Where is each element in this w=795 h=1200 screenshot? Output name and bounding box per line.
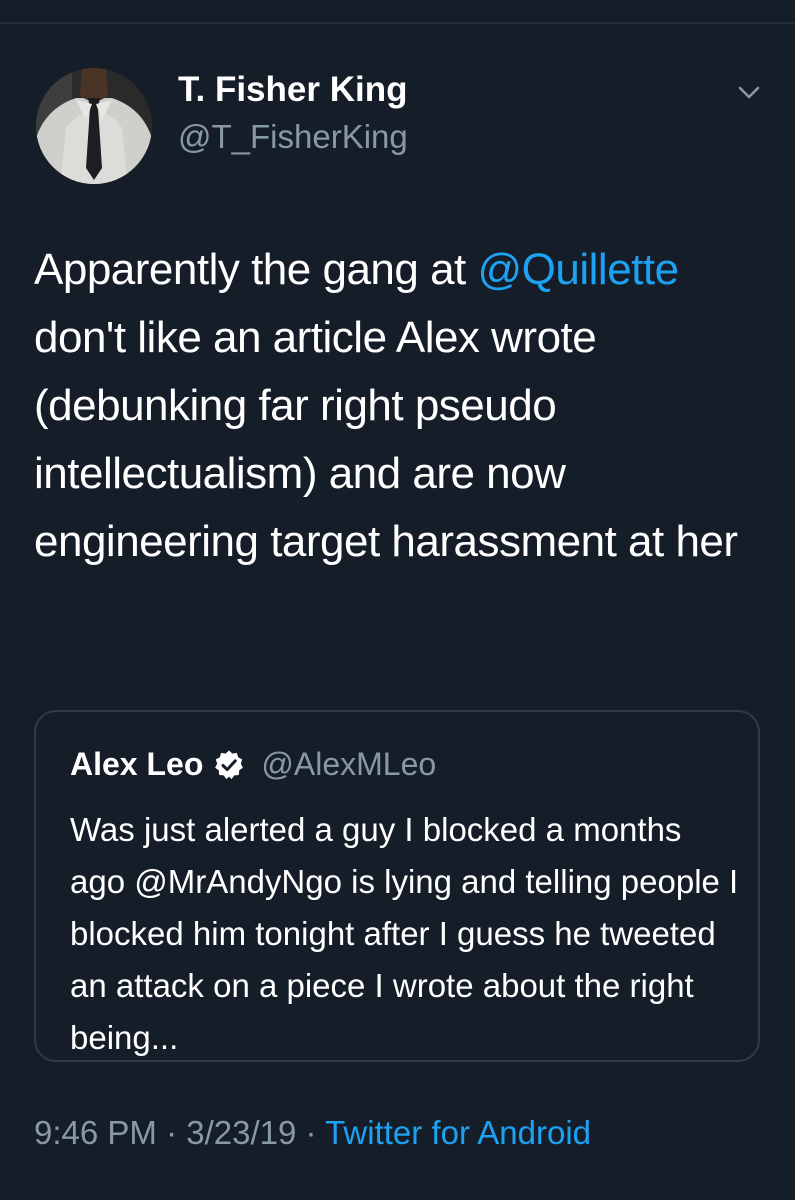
tweet-metadata: 9:46 PM · 3/23/19 · Twitter for Android [34, 1114, 591, 1152]
tweet-text-part2: don't like an article Alex wrote (debunk… [34, 313, 738, 566]
quoted-tweet-text: Was just alerted a guy I blocked a month… [70, 811, 739, 1056]
quoted-author-handle: @AlexMLeo [261, 746, 437, 782]
quoted-tweet-card[interactable]: Alex Leo @AlexMLeo Was just alerted a gu… [34, 710, 760, 1062]
avatar-photo [36, 68, 152, 184]
quoted-tweet-header: Alex Leo @AlexMLeo [70, 746, 436, 783]
meta-separator: · [296, 1114, 326, 1151]
tweet-text-part1: Apparently the gang at [34, 245, 478, 294]
top-divider [0, 22, 795, 24]
tweet-source-link[interactable]: Twitter for Android [325, 1114, 591, 1151]
chevron-down-icon[interactable] [732, 80, 766, 106]
quoted-author-name: Alex Leo [70, 746, 204, 782]
avatar[interactable] [36, 68, 152, 184]
tweet-date: 3/23/19 [186, 1114, 297, 1151]
author-display-name[interactable]: T. Fisher King [178, 70, 407, 110]
tweet-time: 9:46 PM [34, 1114, 157, 1151]
mention-link[interactable]: @Quillette [478, 245, 680, 294]
meta-separator: · [156, 1114, 187, 1151]
tweet-text: Apparently the gang at @Quillette don't … [34, 236, 774, 576]
author-handle[interactable]: @T_FisherKing [178, 118, 408, 156]
verified-badge-icon [215, 750, 244, 779]
